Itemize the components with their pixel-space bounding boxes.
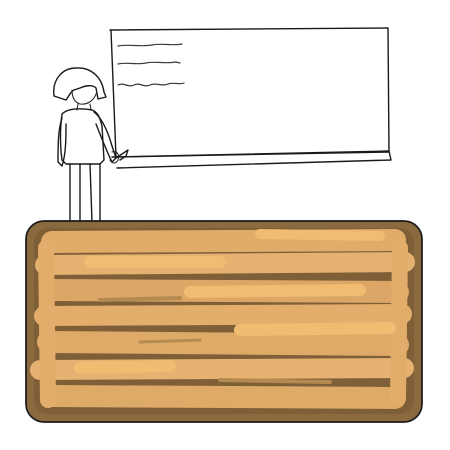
- desk-icon: [25, 220, 423, 423]
- whiteboard-writing-line-1: [117, 43, 183, 47]
- teacher-torso: [59, 108, 105, 165]
- teacher-hair: [53, 67, 107, 101]
- whiteboard-writing-line-3: [117, 82, 185, 87]
- teacher-face: [71, 89, 97, 105]
- teacher-right-arm: [93, 111, 117, 163]
- whiteboard-frame: [109, 27, 390, 158]
- teacher-figure-icon: [53, 67, 120, 223]
- whiteboard-writing-line-2: [117, 61, 181, 65]
- teacher-legs: [69, 163, 101, 223]
- desk-paint-swipes: [30, 229, 415, 409]
- whiteboard-tray: [111, 150, 392, 169]
- classroom-drawing: [25, 27, 423, 423]
- whiteboard-icon: [109, 27, 392, 169]
